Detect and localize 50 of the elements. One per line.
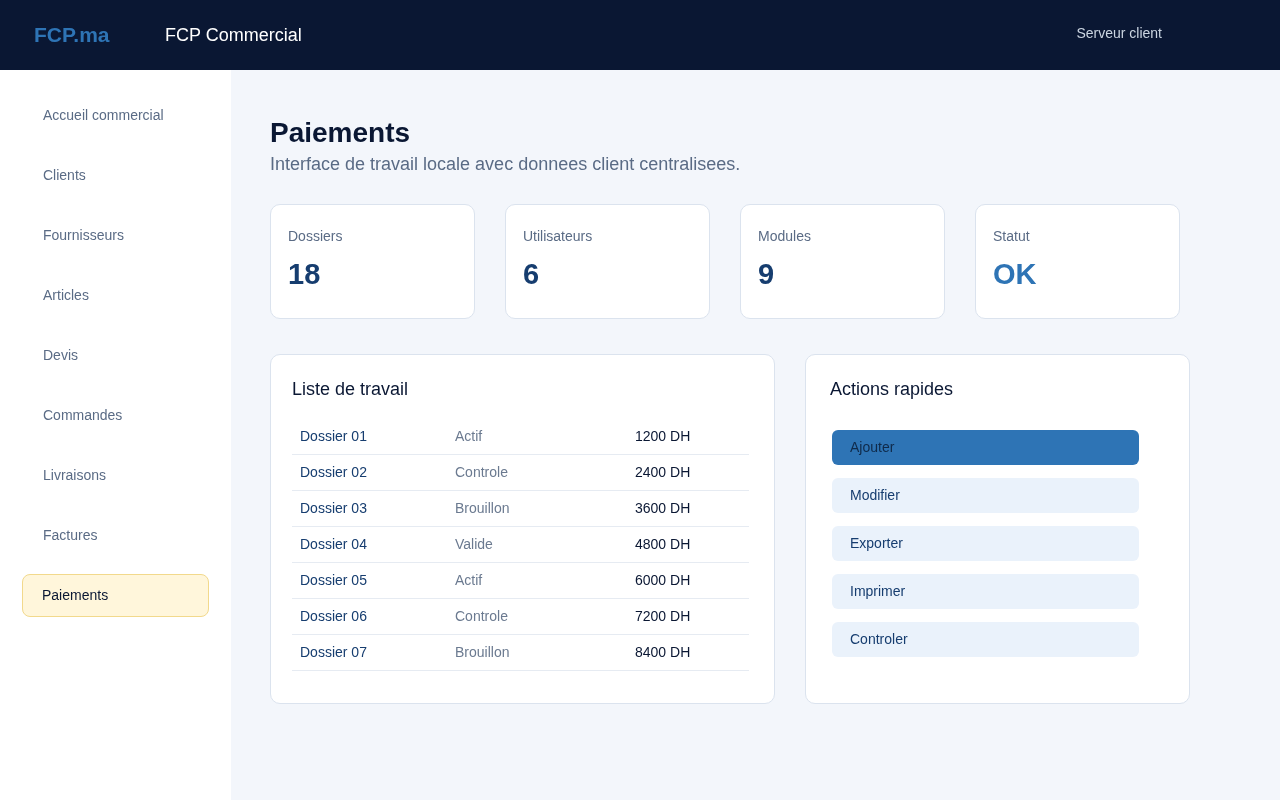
- stat-label: Utilisateurs: [523, 227, 593, 246]
- table-cell: Dossier 01: [300, 428, 367, 444]
- panel-title: Actions rapides: [830, 378, 954, 401]
- table-cell: 6000 DH: [635, 572, 691, 588]
- table-cell: 4800 DH: [635, 536, 691, 552]
- sidebar-item[interactable]: Livraisons: [22, 454, 209, 497]
- table-cell: Valide: [455, 536, 493, 552]
- table-cell: Brouillon: [455, 500, 510, 516]
- table-cell: Dossier 02: [300, 464, 367, 480]
- action-button[interactable]: Ajouter: [832, 430, 1139, 465]
- server-label: Serveur client: [1076, 23, 1162, 43]
- sidebar-item[interactable]: Factures: [22, 514, 209, 557]
- sidebar-item[interactable]: Devis: [22, 334, 209, 377]
- action-button[interactable]: Controler: [832, 622, 1139, 657]
- table-cell: Controle: [455, 464, 508, 480]
- stat-label: Modules: [758, 227, 811, 246]
- action-button[interactable]: Imprimer: [832, 574, 1139, 609]
- table-cell: Controle: [455, 608, 508, 624]
- sidebar-item[interactable]: Paiements: [22, 574, 209, 617]
- table-cell: Actif: [455, 428, 483, 444]
- action-button[interactable]: Exporter: [832, 526, 1139, 561]
- table-cell: Dossier 07: [300, 644, 367, 660]
- stat-value: 9: [758, 257, 775, 292]
- table-cell: Dossier 03: [300, 500, 367, 516]
- table-cell: 7200 DH: [635, 608, 691, 624]
- sidebar-item[interactable]: Accueil commercial: [22, 94, 209, 137]
- action-button[interactable]: Modifier: [832, 478, 1139, 513]
- table-cell: 8400 DH: [635, 644, 691, 660]
- table-cell: 1200 DH: [635, 428, 691, 444]
- sidebar-item[interactable]: Articles: [22, 274, 209, 317]
- stat-value: OK: [993, 257, 1037, 292]
- stat-value: 6: [523, 257, 540, 292]
- table-cell: 2400 DH: [635, 464, 691, 480]
- table-cell: 3600 DH: [635, 500, 691, 516]
- app-title: FCP Commercial: [165, 23, 302, 47]
- table-cell: Brouillon: [455, 644, 510, 660]
- stat-label: Statut: [993, 227, 1030, 246]
- panel-title: Liste de travail: [292, 378, 409, 401]
- stat-label: Dossiers: [288, 227, 343, 246]
- table-cell: Actif: [455, 572, 483, 588]
- table-cell: Dossier 04: [300, 536, 367, 552]
- table-cell: Dossier 05: [300, 572, 367, 588]
- sidebar-item[interactable]: Fournisseurs: [22, 214, 209, 257]
- page-title: Paiements: [270, 116, 412, 150]
- sidebar-item[interactable]: Commandes: [22, 394, 209, 437]
- page-subtitle: Interface de travail locale avec donnees client centralisees.: [270, 153, 741, 176]
- table-cell: Dossier 06: [300, 608, 367, 624]
- stat-value: 18: [288, 257, 321, 292]
- logo: FCP.ma: [34, 23, 110, 47]
- sidebar-item[interactable]: Clients: [22, 154, 209, 197]
